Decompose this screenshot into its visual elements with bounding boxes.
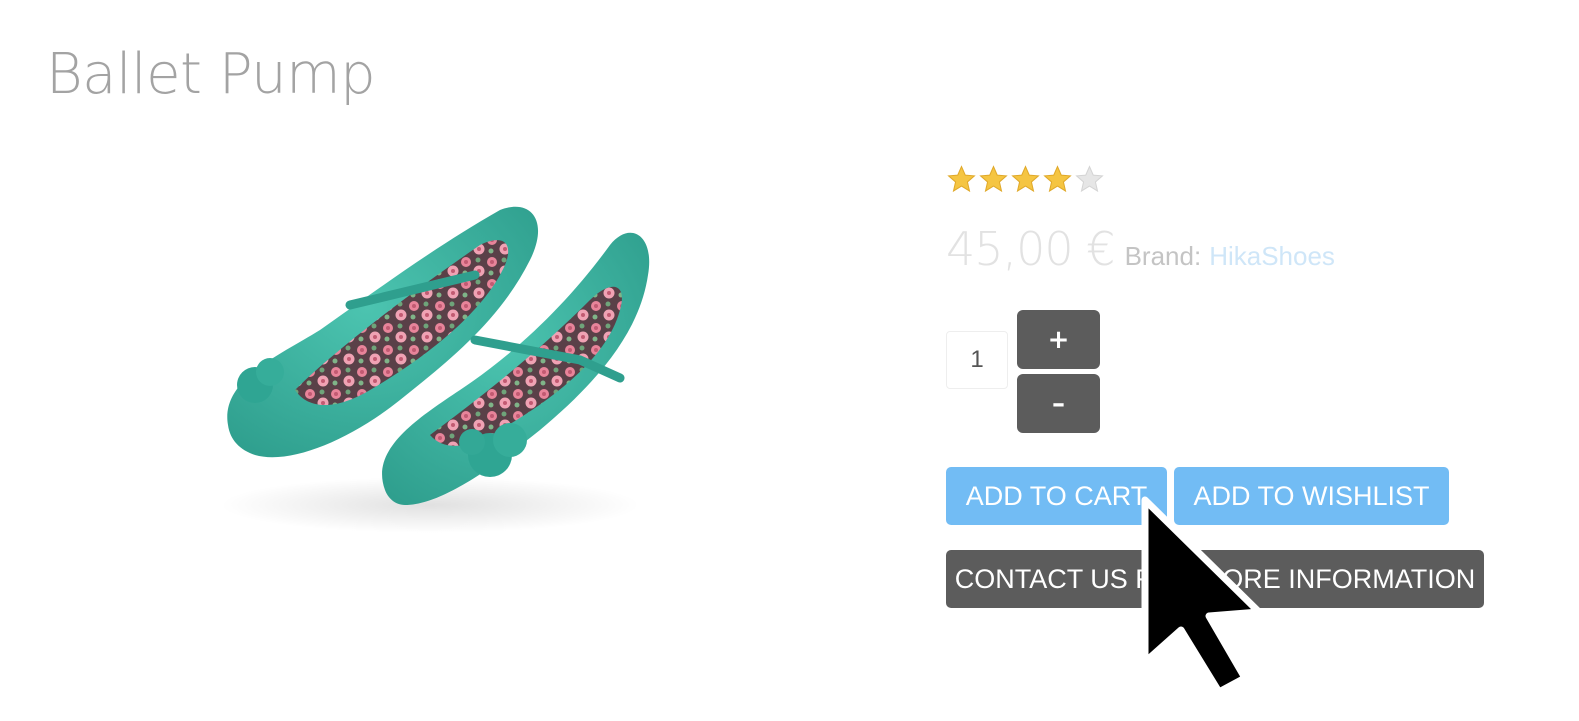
quantity-decrease-button[interactable]: – <box>1017 374 1100 433</box>
contact-button[interactable]: CONTACT US FOR MORE INFORMATION <box>946 550 1484 608</box>
brand-label: Brand: <box>1124 241 1202 271</box>
star-filled-icon[interactable] <box>946 164 977 195</box>
quantity-increase-button[interactable]: + <box>1017 310 1100 369</box>
add-to-cart-button[interactable]: ADD TO CART <box>946 467 1167 525</box>
page-title: Ballet Pump <box>46 42 376 107</box>
star-filled-icon[interactable] <box>1042 164 1073 195</box>
product-price: 45,00 € <box>946 222 1116 276</box>
add-to-wishlist-button[interactable]: ADD TO WISHLIST <box>1174 467 1449 525</box>
product-image <box>220 206 650 533</box>
star-filled-icon[interactable] <box>978 164 1009 195</box>
brand-link[interactable]: HikaShoes <box>1209 241 1335 272</box>
price-line: 45,00 € Brand: HikaShoes <box>946 222 1335 276</box>
quantity-input[interactable] <box>946 331 1008 389</box>
star-filled-icon[interactable] <box>1010 164 1041 195</box>
star-empty-icon[interactable] <box>1074 164 1105 195</box>
star-rating[interactable] <box>946 164 1105 195</box>
product-page: Ballet Pump 45,00 € Brand: HikaShoes 1 +… <box>0 0 1579 721</box>
